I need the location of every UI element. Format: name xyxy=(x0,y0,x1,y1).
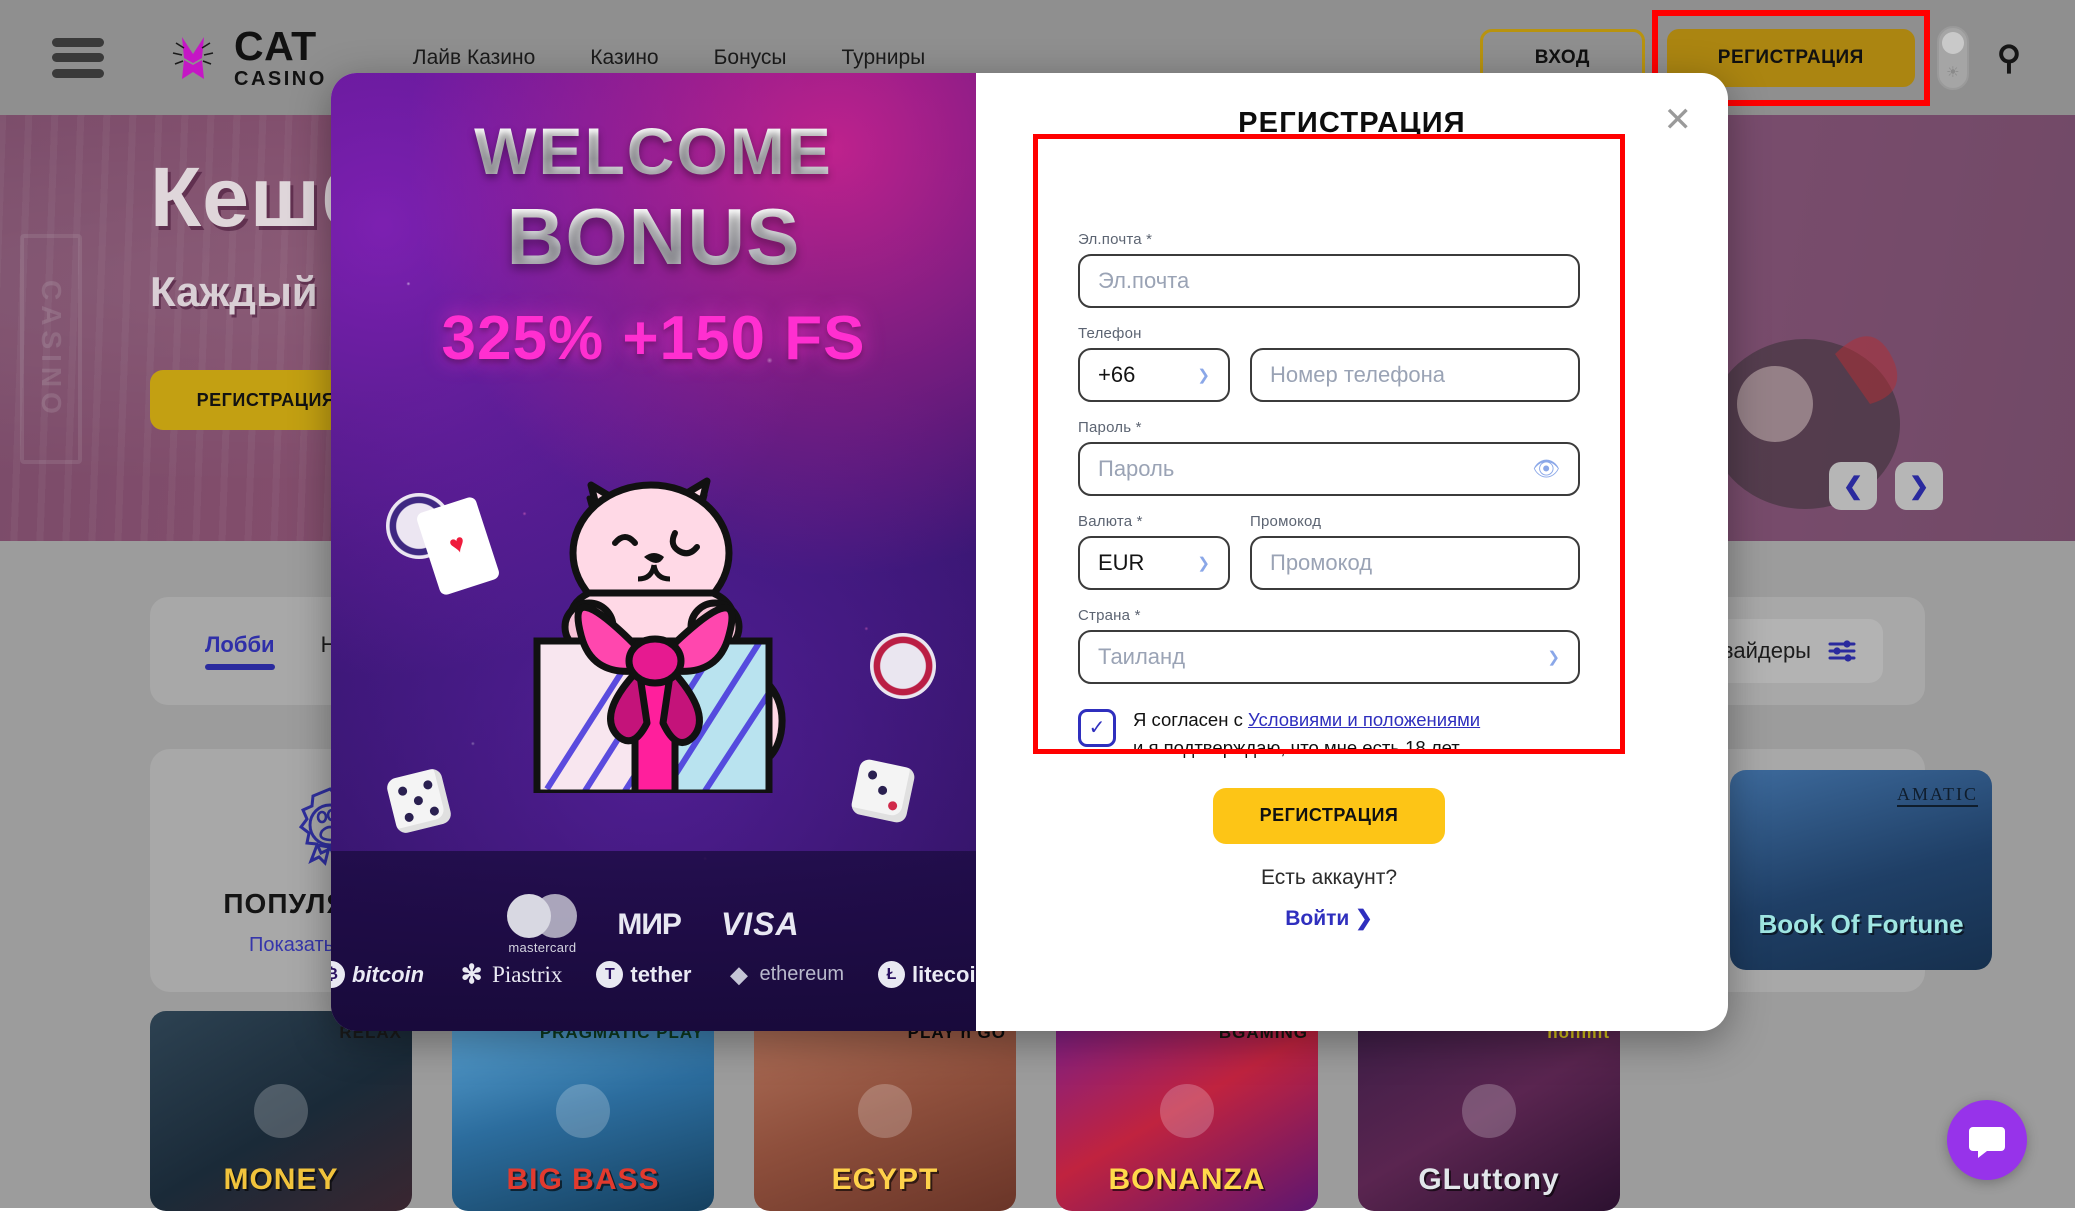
password-field-group: Пароль * Пароль 👁 xyxy=(1078,419,1580,496)
modal-title: РЕГИСТРАЦИЯ xyxy=(976,107,1728,140)
litecoin-label: litecoin xyxy=(912,962,976,988)
phone-country-code-select[interactable]: +66 ❯ xyxy=(1078,348,1230,402)
have-account-text: Есть аккаунт? xyxy=(1078,866,1580,890)
email-label: Эл.почта * xyxy=(1078,231,1580,248)
ethereum-symbol: ◆ xyxy=(726,961,753,988)
currency-select[interactable]: EUR ❯ xyxy=(1078,536,1230,590)
chevron-down-icon: ❯ xyxy=(1197,366,1210,384)
currency-promocode-group: Валюта * EUR ❯ Промокод Промокод xyxy=(1078,513,1580,590)
registration-form-panel: РЕГИСТРАЦИЯ ✕ Эл.почта * Эл.почта Телефо… xyxy=(976,73,1728,1031)
ethereum-icon: ◆ ethereum xyxy=(726,961,845,988)
country-field-group: Страна * Таиланд ❯ xyxy=(1078,607,1580,684)
mir-icon: МИР xyxy=(617,908,681,942)
piastrix-label: Piastrix xyxy=(492,962,562,988)
country-select[interactable]: Таиланд ❯ xyxy=(1078,630,1580,684)
country-label: Страна * xyxy=(1078,607,1580,624)
promo-panel: WELCOME BONUS 325% +150 FS ♥ xyxy=(331,73,976,1031)
tether-label: tether xyxy=(630,962,691,988)
terms-link[interactable]: Условиями и положениями xyxy=(1248,709,1480,730)
email-input[interactable]: Эл.почта xyxy=(1078,254,1580,308)
submit-registration-button[interactable]: РЕГИСТРАЦИЯ xyxy=(1213,788,1445,844)
agreement-prefix: Я согласен с xyxy=(1133,709,1248,730)
phone-country-code-value: +66 xyxy=(1098,362,1135,388)
phone-field-group: Телефон +66 ❯ Номер телефона xyxy=(1078,325,1580,402)
close-icon[interactable]: ✕ xyxy=(1664,103,1693,137)
eye-icon[interactable]: 👁 xyxy=(1532,456,1560,482)
phone-label: Телефон xyxy=(1078,325,1580,342)
mastercard-label: mastercard xyxy=(508,940,576,955)
payment-methods-strip: mastercard МИР VISA ₿ bitcoin ✻ Piastrix xyxy=(331,851,976,1031)
phone-number-input[interactable]: Номер телефона xyxy=(1250,348,1580,402)
registration-modal: WELCOME BONUS 325% +150 FS ♥ xyxy=(331,73,1728,1031)
agreement-suffix: и я подтверждаю, что мне есть 18 лет xyxy=(1133,737,1460,758)
piastrix-symbol: ✻ xyxy=(458,961,485,988)
poker-chip-decor xyxy=(870,633,936,699)
promo-offer-text: 325% +150 FS xyxy=(331,303,976,374)
chevron-down-icon: ❯ xyxy=(1197,554,1210,572)
chevron-down-icon: ❯ xyxy=(1547,648,1560,666)
promocode-input[interactable]: Промокод xyxy=(1250,536,1580,590)
promo-bonus-text: BONUS xyxy=(331,191,976,283)
piastrix-icon: ✻ Piastrix xyxy=(458,961,562,988)
litecoin-symbol: Ł xyxy=(878,961,905,988)
visa-icon: VISA xyxy=(721,906,800,943)
registration-form: Эл.почта * Эл.почта Телефон +66 ❯ Номер … xyxy=(1033,203,1625,931)
cat-in-gift-box-icon xyxy=(439,393,869,793)
agreement-text: Я согласен с Условиями и положениями и я… xyxy=(1133,706,1480,762)
bitcoin-symbol: ₿ xyxy=(331,961,345,988)
ethereum-label: ethereum xyxy=(760,963,845,986)
check-icon: ✓ xyxy=(1089,718,1106,738)
promo-welcome-text: WELCOME xyxy=(331,113,976,189)
litecoin-icon: Ł litecoin xyxy=(878,961,976,988)
agreement-row: ✓ Я согласен с Условиями и положениями и… xyxy=(1078,706,1580,762)
mastercard-icon: mastercard xyxy=(507,894,577,955)
tether-symbol: T xyxy=(596,961,623,988)
modal-overlay: WELCOME BONUS 325% +150 FS ♥ xyxy=(0,0,2075,1208)
login-link[interactable]: Войти ❯ xyxy=(1078,906,1580,931)
currency-value: EUR xyxy=(1098,550,1144,576)
country-value: Таиланд xyxy=(1098,644,1185,670)
password-input-wrapper[interactable]: Пароль 👁 xyxy=(1078,442,1580,496)
password-label: Пароль * xyxy=(1078,419,1580,436)
page-background: CASINO Кешбэк Каждый Понедельник РЕГИСТР… xyxy=(0,0,2075,1208)
email-field-group: Эл.почта * Эл.почта xyxy=(1078,231,1580,308)
currency-label: Валюта * xyxy=(1078,513,1230,530)
promocode-label: Промокод xyxy=(1250,513,1580,530)
bitcoin-icon: ₿ bitcoin xyxy=(331,961,424,988)
bitcoin-label: bitcoin xyxy=(352,962,424,988)
password-input[interactable]: Пароль xyxy=(1098,456,1174,482)
agreement-checkbox[interactable]: ✓ xyxy=(1078,709,1116,747)
tether-icon: T tether xyxy=(596,961,691,988)
